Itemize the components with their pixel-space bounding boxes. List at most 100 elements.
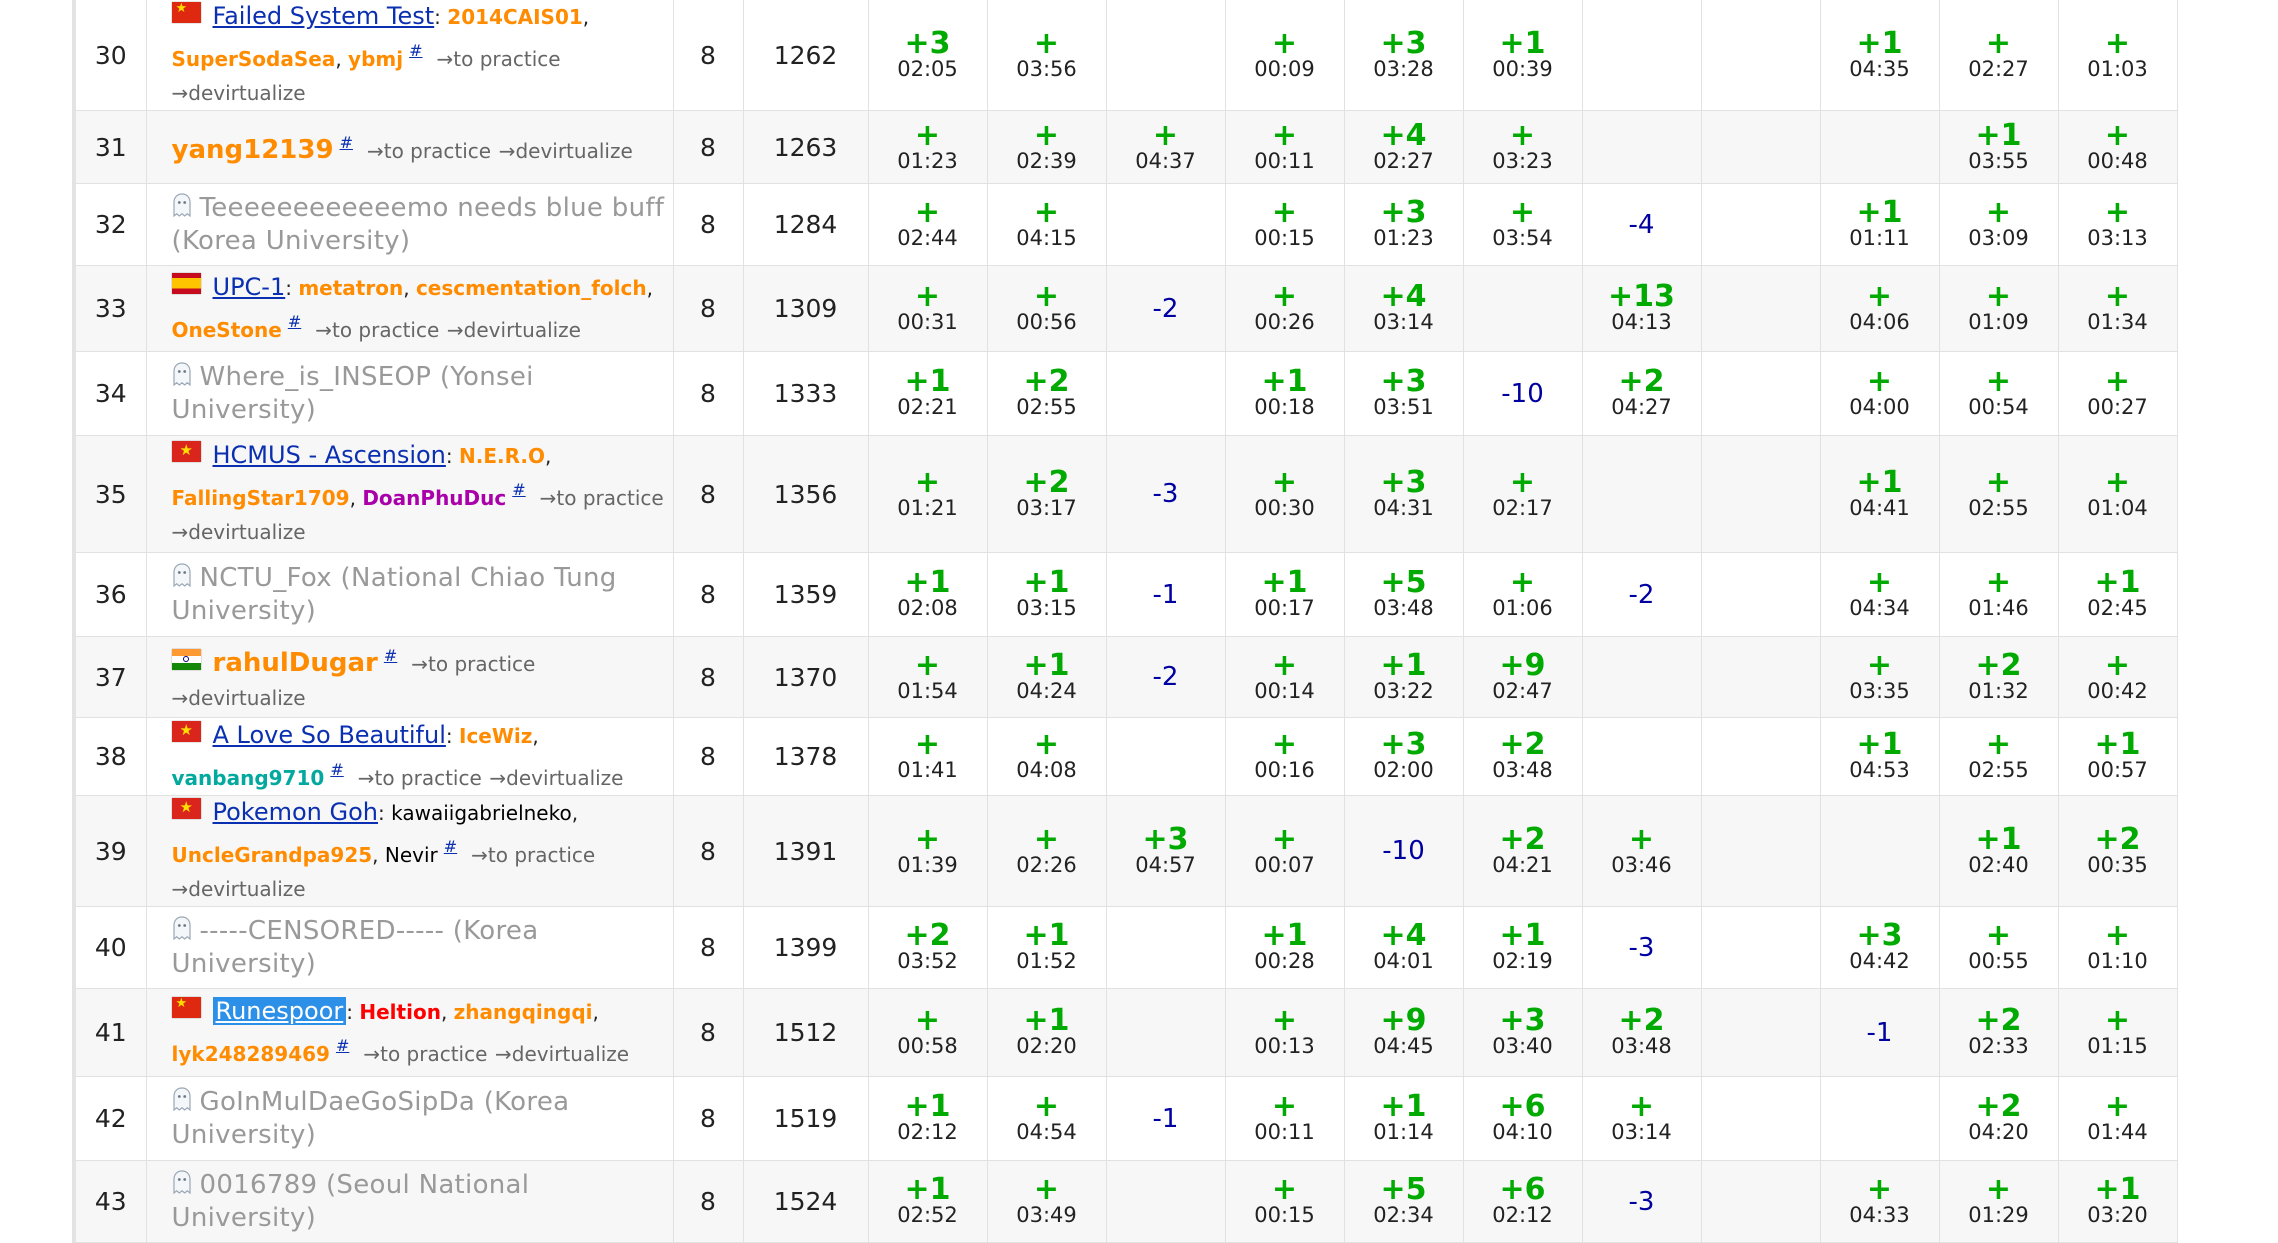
problem-result-cell[interactable]: +03:54 [1463,183,1583,266]
problem-result-cell[interactable]: -4 [1582,183,1702,266]
problem-result-cell[interactable]: +9 02:47 [1463,636,1583,718]
hash-link[interactable]: # [330,760,343,779]
problem-result-cell[interactable] [1106,988,1226,1077]
problem-result-cell[interactable]: +04:15 [987,183,1107,266]
hash-link[interactable]: # [384,646,397,665]
problem-result-cell[interactable]: +00:48 [2058,110,2178,184]
problem-result-cell[interactable]: +00:14 [1225,636,1345,718]
problem-result-cell[interactable]: +1 04:35 [1820,0,1940,111]
problem-result-cell[interactable]: +1 01:14 [1344,1076,1464,1161]
problem-result-cell[interactable]: +00:13 [1225,988,1345,1077]
team-name-link[interactable]: A Love So Beautiful [213,721,446,749]
problem-result-cell[interactable]: +1 04:41 [1820,435,1940,553]
problem-result-cell[interactable]: -10 [1463,351,1583,436]
team-member-link[interactable]: Heltion [359,1000,441,1024]
problem-result-cell[interactable]: +00:30 [1225,435,1345,553]
participant-handle-link[interactable]: rahulDugar [213,648,378,678]
problem-result-cell[interactable]: +3 02:05 [868,0,988,111]
problem-result-cell[interactable] [1582,0,1702,111]
problem-result-cell[interactable]: -3 [1106,435,1226,553]
problem-result-cell[interactable]: -1 [1106,552,1226,637]
problem-result-cell[interactable]: -10 [1344,795,1464,907]
problem-result-cell[interactable]: +1 02:40 [1939,795,2059,907]
problem-result-cell[interactable]: +1 00:39 [1463,0,1583,111]
problem-result-cell[interactable]: +1 00:28 [1225,906,1345,989]
problem-result-cell[interactable]: +4 02:27 [1344,110,1464,184]
problem-result-cell[interactable]: +5 03:48 [1344,552,1464,637]
problem-result-cell[interactable] [1701,717,1821,796]
problem-result-cell[interactable] [1820,1076,1940,1161]
problem-result-cell[interactable] [1701,0,1821,111]
problem-result-cell[interactable]: +02:55 [1939,717,2059,796]
problem-result-cell[interactable]: -3 [1582,906,1702,989]
problem-result-cell[interactable]: +02:17 [1463,435,1583,553]
devirtualize-link[interactable]: →devirtualize [172,686,306,710]
problem-result-cell[interactable]: +1 02:45 [2058,552,2178,637]
problem-result-cell[interactable]: +00:31 [868,265,988,352]
problem-result-cell[interactable]: +04:37 [1106,110,1226,184]
problem-result-cell[interactable]: +01:09 [1939,265,2059,352]
problem-result-cell[interactable]: +3 01:23 [1344,183,1464,266]
problem-result-cell[interactable]: +01:03 [2058,0,2178,111]
problem-result-cell[interactable]: +02:55 [1939,435,2059,553]
problem-result-cell[interactable]: +1 00:57 [2058,717,2178,796]
problem-result-cell[interactable]: +3 04:57 [1106,795,1226,907]
problem-result-cell[interactable]: +2 02:55 [987,351,1107,436]
team-member-link[interactable]: UncleGrandpa925 [172,843,373,867]
problem-result-cell[interactable]: +1 03:20 [2058,1160,2178,1243]
problem-result-cell[interactable]: +00:27 [2058,351,2178,436]
problem-result-cell[interactable]: +01:21 [868,435,988,553]
devirtualize-link[interactable]: →devirtualize [499,139,633,163]
team-name-link[interactable]: Pokemon Goh [213,798,379,826]
team-name-link[interactable]: HCMUS - Ascension [213,441,446,469]
problem-result-cell[interactable]: +00:15 [1225,1160,1345,1243]
problem-result-cell[interactable]: +2 04:21 [1463,795,1583,907]
problem-result-cell[interactable]: +01:46 [1939,552,2059,637]
problem-result-cell[interactable] [1701,795,1821,907]
team-member-link[interactable]: cescmentation_folch [416,276,647,300]
problem-result-cell[interactable]: +3 02:00 [1344,717,1464,796]
problem-result-cell[interactable]: +2 03:17 [987,435,1107,553]
devirtualize-link[interactable]: →devirtualize [489,766,623,790]
problem-result-cell[interactable]: +03:49 [987,1160,1107,1243]
problem-result-cell[interactable]: +02:26 [987,795,1107,907]
problem-result-cell[interactable]: +03:14 [1582,1076,1702,1161]
to-practice-link[interactable]: →to practice [540,486,664,510]
problem-result-cell[interactable]: +01:04 [2058,435,2178,553]
problem-result-cell[interactable]: +2 04:27 [1582,351,1702,436]
problem-result-cell[interactable]: +00:56 [987,265,1107,352]
problem-result-cell[interactable] [1701,183,1821,266]
team-member-link[interactable]: Nevir [385,843,438,867]
problem-result-cell[interactable]: +01:15 [2058,988,2178,1077]
problem-result-cell[interactable]: +3 04:31 [1344,435,1464,553]
problem-result-cell[interactable] [1582,636,1702,718]
hash-link[interactable]: # [340,133,353,152]
problem-result-cell[interactable]: +3 03:40 [1463,988,1583,1077]
problem-result-cell[interactable]: +5 02:34 [1344,1160,1464,1243]
problem-result-cell[interactable]: +03:23 [1463,110,1583,184]
problem-result-cell[interactable]: -1 [1820,988,1940,1077]
problem-result-cell[interactable]: +00:16 [1225,717,1345,796]
team-member-link[interactable]: FallingStar1709 [172,486,350,510]
problem-result-cell[interactable]: +4 04:01 [1344,906,1464,989]
problem-result-cell[interactable]: -3 [1582,1160,1702,1243]
problem-result-cell[interactable]: +02:27 [1939,0,2059,111]
team-member-link[interactable]: vanbang9710 [172,766,325,790]
hash-link[interactable]: # [336,1036,349,1055]
problem-result-cell[interactable]: +1 01:11 [1820,183,1940,266]
problem-result-cell[interactable]: +3 03:51 [1344,351,1464,436]
team-name-link[interactable]: Runespoor [212,996,347,1025]
problem-result-cell[interactable] [1701,906,1821,989]
problem-result-cell[interactable]: +01:29 [1939,1160,2059,1243]
team-name-link[interactable]: Failed System Test [213,2,435,30]
problem-result-cell[interactable]: +2 03:52 [868,906,988,989]
problem-result-cell[interactable]: +2 03:48 [1582,988,1702,1077]
problem-result-cell[interactable]: +1 03:55 [1939,110,2059,184]
problem-result-cell[interactable]: +1 04:24 [987,636,1107,718]
hash-link[interactable]: # [444,837,457,856]
problem-result-cell[interactable]: +2 03:48 [1463,717,1583,796]
problem-result-cell[interactable] [1701,1160,1821,1243]
to-practice-link[interactable]: →to practice [471,843,595,867]
devirtualize-link[interactable]: →devirtualize [172,520,306,544]
hash-link[interactable]: # [512,480,525,499]
